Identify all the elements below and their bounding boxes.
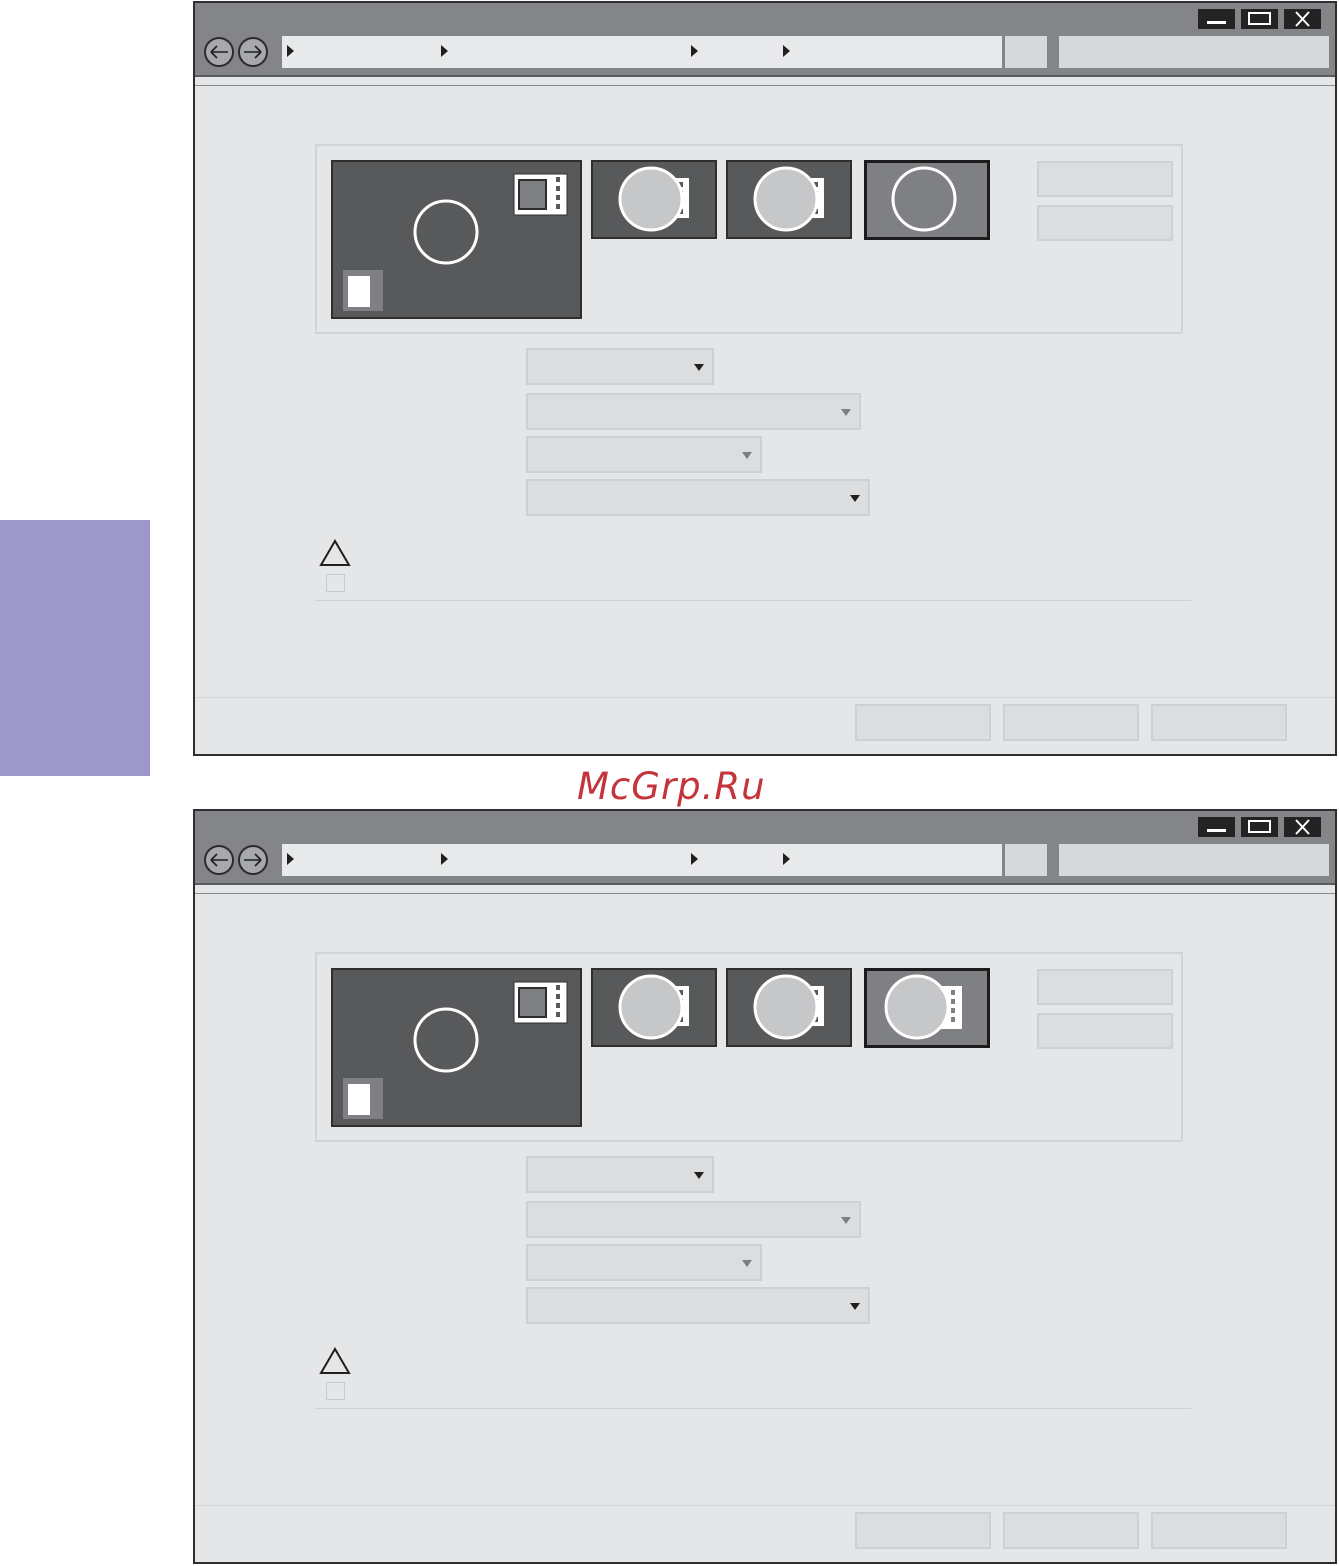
caret-down-icon [742, 452, 752, 459]
title-bar [195, 3, 1335, 77]
maximize-icon [1248, 820, 1271, 833]
display-tile-2[interactable] [591, 968, 717, 1047]
caret-down-icon [850, 1303, 860, 1310]
monitor-icon [884, 974, 962, 1040]
display-tile-selected[interactable] [864, 968, 990, 1048]
cancel-button[interactable] [1003, 704, 1139, 741]
forward-button[interactable] [238, 845, 268, 875]
maximize-icon [1248, 12, 1271, 25]
detect-button[interactable] [1037, 205, 1173, 241]
identify-button[interactable] [1037, 161, 1173, 197]
close-icon [1295, 819, 1310, 835]
display-tile-3[interactable] [726, 160, 852, 239]
breadcrumb-chevron-icon[interactable] [287, 45, 294, 57]
maximize-button[interactable] [1241, 9, 1278, 29]
multiple-displays-select[interactable] [526, 479, 870, 516]
caret-down-icon [841, 1217, 851, 1224]
breadcrumb-chevron-icon[interactable] [441, 853, 448, 865]
caret-down-icon [841, 409, 851, 416]
resolution-select[interactable] [526, 1201, 861, 1238]
main-display-checkbox[interactable] [326, 574, 345, 592]
resolution-select[interactable] [526, 393, 861, 430]
main-display-checkbox[interactable] [326, 1382, 345, 1400]
divider [315, 600, 1191, 601]
arrow-left-icon [210, 45, 228, 59]
ok-button[interactable] [855, 1512, 991, 1549]
divider [315, 1408, 1191, 1409]
display-select[interactable] [526, 348, 714, 385]
divider [195, 85, 1335, 86]
breadcrumb-chevron-icon[interactable] [691, 45, 698, 57]
breadcrumb-chevron-icon[interactable] [691, 853, 698, 865]
monitor-icon [343, 981, 568, 1119]
display-tile-main[interactable] [331, 968, 582, 1127]
breadcrumb-chevron-icon[interactable] [783, 45, 790, 57]
detect-button[interactable] [1037, 1013, 1173, 1049]
breadcrumb-chevron-icon[interactable] [783, 853, 790, 865]
multiple-displays-select[interactable] [526, 1287, 870, 1324]
monitor-icon [753, 974, 824, 1040]
search-input[interactable] [1059, 844, 1329, 876]
close-button[interactable] [1284, 817, 1321, 837]
side-tab [0, 520, 150, 776]
maximize-button[interactable] [1241, 817, 1278, 837]
divider [195, 893, 1335, 894]
display-tile-3[interactable] [726, 968, 852, 1047]
refresh-button[interactable] [1005, 36, 1047, 68]
arrow-right-icon [244, 45, 262, 59]
display-tile-main[interactable] [331, 160, 582, 319]
orientation-select[interactable] [526, 1244, 762, 1281]
monitor-icon [343, 173, 568, 311]
back-button[interactable] [204, 845, 234, 875]
address-bar[interactable] [282, 36, 1002, 68]
display-select[interactable] [526, 1156, 714, 1193]
apply-button[interactable] [1151, 704, 1287, 741]
cancel-button[interactable] [1003, 1512, 1139, 1549]
ok-button[interactable] [855, 704, 991, 741]
breadcrumb-chevron-icon[interactable] [441, 45, 448, 57]
caret-down-icon [694, 364, 704, 371]
monitor-icon [618, 166, 689, 232]
title-bar [195, 811, 1335, 885]
address-bar[interactable] [282, 844, 1002, 876]
orientation-select[interactable] [526, 436, 762, 473]
display-settings-window [193, 1, 1337, 756]
display-tile-selected[interactable] [864, 160, 990, 240]
breadcrumb-chevron-icon[interactable] [287, 853, 294, 865]
arrow-left-icon [210, 853, 228, 867]
display-tile-2[interactable] [591, 160, 717, 239]
watermark: McGrp.Ru [577, 765, 766, 808]
close-icon [1295, 11, 1310, 27]
identify-button[interactable] [1037, 969, 1173, 1005]
caret-down-icon [694, 1172, 704, 1179]
footer-bar [195, 697, 1335, 754]
warning-icon [319, 1347, 351, 1374]
back-button[interactable] [204, 37, 234, 67]
monitor-icon [753, 166, 824, 232]
monitor-icon [618, 974, 689, 1040]
refresh-button[interactable] [1005, 844, 1047, 876]
caret-down-icon [850, 495, 860, 502]
forward-button[interactable] [238, 37, 268, 67]
minimize-icon [1207, 829, 1226, 832]
minimize-button[interactable] [1198, 9, 1235, 29]
minimize-button[interactable] [1198, 817, 1235, 837]
search-input[interactable] [1059, 36, 1329, 68]
footer-bar [195, 1505, 1335, 1562]
warning-icon [319, 539, 351, 566]
monitor-icon [891, 166, 957, 232]
display-settings-window [193, 809, 1337, 1564]
apply-button[interactable] [1151, 1512, 1287, 1549]
minimize-icon [1207, 21, 1226, 24]
arrow-right-icon [244, 853, 262, 867]
close-button[interactable] [1284, 9, 1321, 29]
caret-down-icon [742, 1260, 752, 1267]
